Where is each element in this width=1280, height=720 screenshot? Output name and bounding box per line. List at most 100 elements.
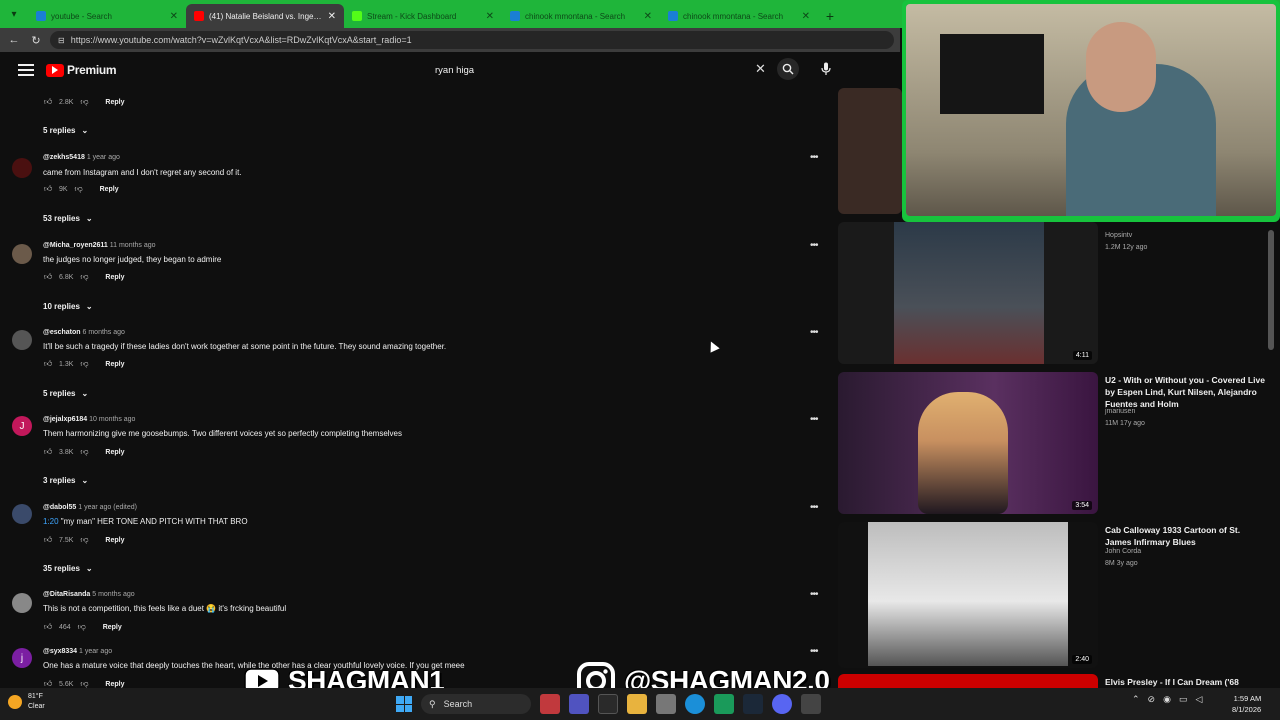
- view-replies-button[interactable]: 5 replies ⌄: [43, 126, 88, 135]
- author-handle[interactable]: @jejalxp6184: [43, 416, 87, 423]
- dislike-icon[interactable]: 👎︎: [79, 359, 89, 369]
- comment-more-options-icon[interactable]: •••: [810, 152, 818, 163]
- author-handle[interactable]: @dabol55: [43, 504, 76, 511]
- comment-author[interactable]: @DitaRisanda 5 months ago: [43, 591, 135, 598]
- comment-author[interactable]: @eschaton 6 months ago: [43, 329, 125, 336]
- browser-tab[interactable]: chinook mmontana - Search ✕: [660, 4, 818, 28]
- avatar[interactable]: [12, 504, 32, 524]
- reply-button[interactable]: Reply: [105, 681, 124, 688]
- comment-age[interactable]: 10 months ago: [89, 416, 135, 423]
- chevron-up-icon[interactable]: ⌃: [1132, 694, 1140, 705]
- tab-close-icon[interactable]: ✕: [644, 11, 652, 22]
- comment-more-options-icon[interactable]: •••: [810, 240, 818, 251]
- taskbar-clock[interactable]: 1:59 AM 8/1/2026: [1232, 693, 1261, 715]
- scrollbar-thumb[interactable]: [1268, 230, 1274, 350]
- author-handle[interactable]: @syx8334: [43, 648, 77, 655]
- hamburger-menu-icon[interactable]: [18, 64, 34, 76]
- like-icon[interactable]: 👍︎: [43, 272, 53, 282]
- view-replies-button[interactable]: 53 replies ⌄: [43, 214, 93, 223]
- voice-search-mic-icon[interactable]: [816, 59, 836, 79]
- speaker-icon[interactable]: ◁: [1195, 694, 1202, 705]
- obs-app-icon[interactable]: [714, 694, 734, 714]
- clear-search-icon[interactable]: ✕: [755, 61, 766, 77]
- search-input[interactable]: [426, 56, 776, 84]
- timestamp-link[interactable]: 1:20: [43, 517, 59, 526]
- game-app-icon[interactable]: [540, 694, 560, 714]
- weather-widget[interactable]: 81°F Clear: [8, 692, 45, 712]
- reply-button[interactable]: Reply: [103, 624, 122, 631]
- dislike-icon[interactable]: 👎︎: [79, 535, 89, 545]
- video-title[interactable]: Cab Calloway 1933 Cartoon of St. James I…: [1105, 524, 1267, 548]
- video-title[interactable]: U2 - With or Without you - Covered Live …: [1105, 374, 1267, 410]
- youtube-logo[interactable]: Premium: [46, 63, 117, 77]
- author-handle[interactable]: @Micha_royen2611: [43, 242, 108, 249]
- new-tab-plus-icon[interactable]: +: [818, 4, 842, 28]
- comment-more-options-icon[interactable]: •••: [810, 502, 818, 513]
- kick-app-icon[interactable]: [598, 694, 618, 714]
- browser-tab-active[interactable]: (41) Natalie Beisland vs. Ingeborg ✕: [186, 4, 344, 28]
- url-field[interactable]: ⊟ https://www.youtube.com/watch?v=wZvlKqt…: [50, 31, 894, 49]
- avatar[interactable]: [12, 158, 32, 178]
- avatar[interactable]: [12, 330, 32, 350]
- view-replies-button[interactable]: 10 replies ⌄: [43, 302, 93, 311]
- site-info-icon[interactable]: ⊟: [58, 36, 65, 45]
- like-icon[interactable]: 👍︎: [43, 622, 53, 632]
- search-button[interactable]: [777, 58, 799, 80]
- video-channel[interactable]: jmariusen: [1105, 408, 1135, 415]
- teams-icon[interactable]: [569, 694, 589, 714]
- comment-author[interactable]: @jejalxp6184 10 months ago: [43, 416, 135, 423]
- dislike-icon[interactable]: 👎︎: [74, 184, 84, 194]
- like-icon[interactable]: 👍︎: [43, 679, 53, 688]
- tab-menu-chevron-icon[interactable]: ▾: [0, 0, 28, 28]
- video-thumbnail[interactable]: 4:11: [838, 222, 1098, 364]
- start-windows-icon[interactable]: [396, 696, 412, 712]
- dislike-icon[interactable]: 👎︎: [77, 622, 87, 632]
- view-replies-button[interactable]: 35 replies ⌄: [43, 564, 93, 573]
- tab-close-icon[interactable]: ✕: [170, 11, 178, 22]
- file-explorer-icon[interactable]: [627, 694, 647, 714]
- comment-author[interactable]: @syx8334 1 year ago: [43, 648, 112, 655]
- comment-age[interactable]: 11 months ago: [110, 242, 156, 249]
- tab-close-icon[interactable]: ✕: [802, 11, 810, 22]
- avatar[interactable]: J: [12, 416, 32, 436]
- network-icon[interactable]: ▭: [1179, 694, 1188, 705]
- taskbar-search[interactable]: ⚲ Search: [421, 694, 531, 714]
- edge-browser-icon[interactable]: [685, 694, 705, 714]
- video-channel[interactable]: John Corda: [1105, 548, 1141, 555]
- back-arrow-icon[interactable]: ←: [6, 32, 22, 48]
- reply-button[interactable]: Reply: [105, 274, 124, 281]
- like-icon[interactable]: 👍︎: [43, 97, 53, 107]
- like-icon[interactable]: 👍︎: [43, 535, 53, 545]
- comment-author[interactable]: @zekhs5418 1 year ago: [43, 154, 120, 161]
- reply-button[interactable]: Reply: [105, 361, 124, 368]
- browser-tab[interactable]: Stream - Kick Dashboard ✕: [344, 4, 502, 28]
- steam-icon[interactable]: [743, 694, 763, 714]
- browser-tab[interactable]: youtube - Search ✕: [28, 4, 186, 28]
- comment-age[interactable]: 1 year ago: [87, 154, 120, 161]
- comment-age[interactable]: 1 year ago (edited): [78, 504, 137, 511]
- comment-more-options-icon[interactable]: •••: [810, 589, 818, 600]
- dislike-icon[interactable]: 👎︎: [79, 97, 89, 107]
- app-icon[interactable]: [801, 694, 821, 714]
- dislike-icon[interactable]: 👎︎: [79, 272, 89, 282]
- dislike-icon[interactable]: 👎︎: [79, 447, 89, 457]
- comment-age[interactable]: 6 months ago: [83, 329, 125, 336]
- author-handle[interactable]: @eschaton: [43, 329, 81, 336]
- comment-more-options-icon[interactable]: •••: [810, 327, 818, 338]
- reply-button[interactable]: Reply: [100, 186, 119, 193]
- view-replies-button[interactable]: 3 replies ⌄: [43, 476, 88, 485]
- store-icon[interactable]: [656, 694, 676, 714]
- notification-mute-icon[interactable]: ⊘: [1148, 694, 1156, 705]
- reply-button[interactable]: Reply: [105, 537, 124, 544]
- view-replies-button[interactable]: 5 replies ⌄: [43, 389, 88, 398]
- video-thumbnail[interactable]: 3:54: [838, 372, 1098, 514]
- comment-author[interactable]: @dabol55 1 year ago (edited): [43, 504, 137, 511]
- browser-tab[interactable]: chinook mmontana - Search ✕: [502, 4, 660, 28]
- author-handle[interactable]: @DitaRisanda: [43, 591, 90, 598]
- like-icon[interactable]: 👍︎: [43, 184, 53, 194]
- video-thumbnail[interactable]: [838, 674, 1098, 688]
- comment-author[interactable]: @Micha_royen2611 11 months ago: [43, 242, 156, 249]
- dislike-icon[interactable]: 👎︎: [79, 679, 89, 688]
- reload-icon[interactable]: ↻: [28, 32, 44, 48]
- comment-more-options-icon[interactable]: •••: [810, 414, 818, 425]
